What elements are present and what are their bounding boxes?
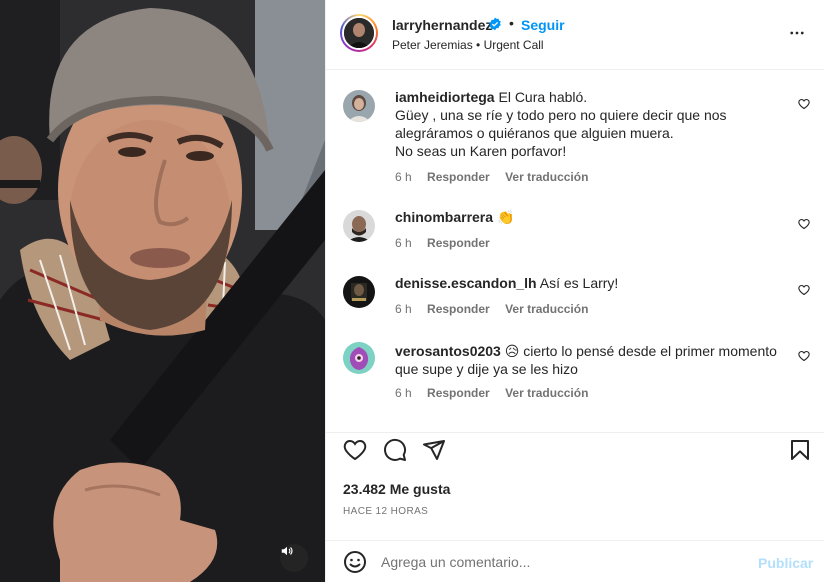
comment-like-icon[interactable] [798,98,810,110]
publish-button[interactable]: Publicar [758,555,813,571]
comment-text: denisse.escandon_lh Así es Larry! [395,274,795,292]
post-timestamp[interactable]: HACE 12 HORAS [343,506,428,517]
comment-item: chinombarrera 👏 6 h Responder [326,208,824,258]
commenter-avatar-image [343,342,375,374]
reply-button[interactable]: Responder [427,170,490,184]
comment-item: iamheidiortega El Cura habló. Güey , una… [326,88,824,188]
comment-time[interactable]: 6 h [395,302,412,316]
translate-button[interactable]: Ver traducción [505,386,588,400]
comment-text: iamheidiortega El Cura habló. Güey , una… [395,88,795,160]
comment-item: denisse.escandon_lh Así es Larry! 6 h Re… [326,274,824,324]
post-header: larryhernandez • Seguir Peter Jeremias •… [326,0,824,70]
more-options-icon[interactable] [788,24,806,42]
author-avatar[interactable] [340,14,378,52]
reply-button[interactable]: Responder [427,236,490,250]
translate-button[interactable]: Ver traducción [505,302,588,316]
comment-meta: 6 h Responder [395,236,502,250]
comment-like-icon[interactable] [798,284,810,296]
comment-line: que supe y dije ya se les hizo [395,361,578,377]
comment-username[interactable]: chinombarrera [395,209,493,225]
comment-time[interactable]: 6 h [395,236,412,250]
reply-button[interactable]: Responder [427,386,490,400]
author-username[interactable]: larryhernandez [392,17,492,33]
header-separator: • [509,15,514,31]
comment-line: Así es Larry! [539,275,619,291]
audio-label[interactable]: Peter Jeremias • Urgent Call [392,38,544,52]
post-details-panel: larryhernandez • Seguir Peter Jeremias •… [325,0,824,582]
comment-input[interactable] [381,550,741,574]
bookmark-icon[interactable] [788,438,812,462]
commenter-avatar-image [343,90,375,122]
commenter-avatar[interactable] [343,90,375,122]
commenter-avatar-image [343,276,375,308]
comment-time[interactable]: 6 h [395,386,412,400]
post-action-bar [326,432,824,468]
comment-line: 😥 cierto lo pensé desde el primer moment… [504,343,777,359]
comment-line: El Cura habló. [498,89,588,105]
comment-line: No seas un Karen porfavor! [395,143,567,159]
comment-line: alegráramos o quiéranos que alguien muer… [395,125,674,141]
speaker-icon [281,546,293,556]
reply-button[interactable]: Responder [427,302,490,316]
comment-meta: 6 h Responder Ver traducción [395,170,600,184]
comment-meta: 6 h Responder Ver traducción [395,302,600,316]
author-avatar-image [344,18,374,48]
follow-button[interactable]: Seguir [521,17,565,33]
comment-composer: Publicar [326,540,824,582]
share-icon[interactable] [422,438,446,462]
comment-text: verosantos0203 😥 cierto lo pensé desde e… [395,342,795,378]
comment-username[interactable]: denisse.escandon_lh [395,275,537,291]
mute-button[interactable] [280,544,308,572]
commenter-avatar[interactable] [343,276,375,308]
post-video[interactable] [0,0,325,582]
action-divider [326,432,824,433]
comment-item: verosantos0203 😥 cierto lo pensé desde e… [326,340,824,410]
comment-username[interactable]: iamheidiortega [395,89,495,105]
commenter-avatar[interactable] [343,210,375,242]
video-frame-illustration [0,0,325,582]
heart-icon[interactable] [343,438,367,462]
emoji-icon[interactable] [343,550,367,574]
comment-text: chinombarrera 👏 [395,208,795,226]
commenter-avatar[interactable] [343,342,375,374]
comment-icon[interactable] [383,438,407,462]
verified-badge-icon [489,17,501,31]
comment-line: 👏 [496,209,515,225]
comment-username[interactable]: verosantos0203 [395,343,501,359]
comment-like-icon[interactable] [798,218,810,230]
comment-like-icon[interactable] [798,350,810,362]
comment-meta: 6 h Responder Ver traducción [395,386,600,400]
comment-line: Güey , una se ríe y todo pero no quiere … [395,107,727,123]
translate-button[interactable]: Ver traducción [505,170,588,184]
comment-time[interactable]: 6 h [395,170,412,184]
commenter-avatar-image [343,210,375,242]
likes-count[interactable]: 23.482 Me gusta [343,481,450,497]
